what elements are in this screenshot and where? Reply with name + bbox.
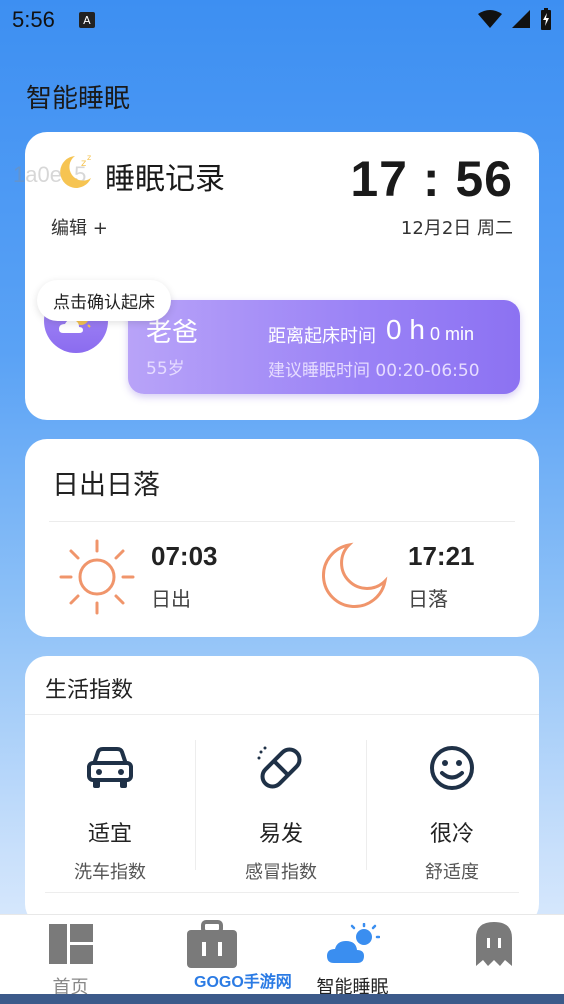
edit-button[interactable]: 编辑 + — [51, 214, 108, 240]
moon-icon — [322, 542, 388, 608]
briefcase-icon — [186, 920, 237, 968]
suggested-sleep-time: 建议睡眠时间 00:20-06:50 — [268, 361, 480, 381]
sunset-label: 日落 — [408, 587, 448, 611]
svg-text:z: z — [81, 158, 86, 169]
sleep-moon-icon: z z — [60, 153, 91, 188]
current-time: 17 : 56 — [350, 151, 513, 207]
sunrise-sunset-card: 日出日落 07:03 日出 17:21 日落 — [25, 439, 539, 637]
status-icons — [478, 8, 552, 30]
life-index-title: 生活指数 — [45, 678, 134, 703]
status-bar: 5:56 A — [0, 0, 564, 40]
sunrise-label: 日出 — [151, 587, 191, 611]
page-title: 智能睡眠 — [26, 84, 131, 114]
system-strip — [0, 994, 564, 1004]
sleep-record-card: 1a0e15 z z 睡眠记录 17 : 56 编辑 + 12月2日 周二 点击… — [13, 132, 539, 420]
cold-value: 易发 — [258, 822, 303, 847]
ghost-icon — [475, 922, 512, 966]
tab-smart-sleep[interactable]: 智能睡眠 — [282, 915, 423, 998]
smiley-icon — [430, 746, 474, 790]
battery-icon — [541, 8, 551, 30]
signal-icon — [512, 10, 530, 28]
dashboard-icon — [48, 924, 93, 964]
tab-home[interactable]: 首页 — [0, 915, 141, 998]
confirm-wake-tooltip[interactable]: 点击确认起床 — [37, 280, 171, 321]
weather-cloud-icon — [326, 923, 380, 963]
car-wash-index[interactable]: 适宜 洗车指数 — [25, 740, 195, 883]
wifi-icon — [478, 10, 502, 28]
cold-index[interactable]: 易发 感冒指数 — [196, 740, 366, 883]
car-icon — [87, 747, 133, 788]
wake-minutes: 0 min — [430, 324, 475, 344]
profile-age: 55岁 — [146, 359, 185, 379]
sun-icon — [59, 539, 135, 615]
car-wash-value: 适宜 — [87, 822, 132, 847]
pill-icon — [257, 746, 302, 789]
divider — [49, 521, 515, 522]
life-index-card: 生活指数 适宜 洗车指数 易发 感冒指数 很冷 舒适度 — [25, 656, 539, 926]
current-date: 12月2日 周二 — [400, 218, 513, 239]
divider — [45, 892, 519, 893]
wake-hours: 0 h — [386, 314, 425, 345]
tab-profile[interactable] — [423, 915, 564, 995]
comfort-label: 舒适度 — [425, 862, 479, 883]
car-wash-label: 洗车指数 — [74, 862, 146, 883]
sleep-record-title: 睡眠记录 — [105, 162, 225, 197]
status-time: 5:56 — [12, 7, 55, 32]
divider — [25, 714, 539, 715]
svg-text:z: z — [87, 153, 91, 162]
profile-banner[interactable]: 老爸 55岁 距离起床时间 0 h 0 min 建议睡眠时间 00:20-06:… — [128, 300, 520, 394]
sunrise-time: 07:03 — [151, 541, 218, 571]
cold-label: 感冒指数 — [245, 862, 317, 883]
sunset-time: 17:21 — [408, 541, 475, 571]
sun-card-title: 日出日落 — [52, 470, 160, 501]
notification-icon: A — [78, 12, 95, 28]
comfort-index[interactable]: 很冷 舒适度 — [367, 740, 537, 883]
watermark-logo: GOGO手游网 — [190, 968, 296, 992]
wake-countdown-label: 距离起床时间 — [268, 326, 376, 347]
comfort-value: 很冷 — [429, 822, 474, 847]
